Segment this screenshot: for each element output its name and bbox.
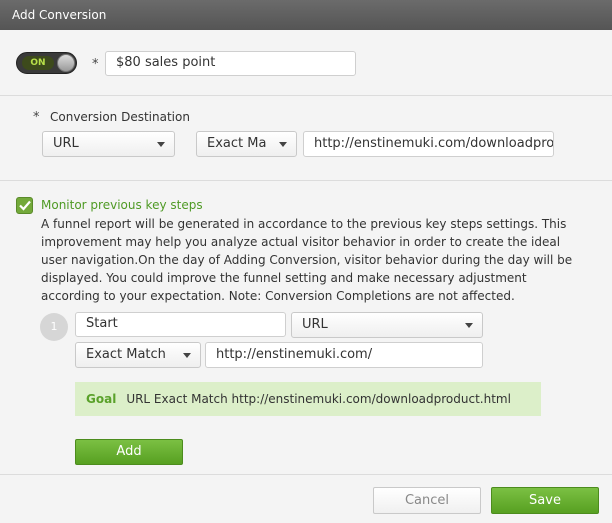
destination-match-select[interactable]: Exact Ma bbox=[196, 131, 297, 157]
step-match-select[interactable]: Exact Match bbox=[75, 342, 201, 368]
destination-required-mark: * bbox=[33, 110, 40, 125]
toggle-on-label: ON bbox=[22, 56, 54, 70]
section-divider bbox=[0, 95, 612, 96]
dialog-title: Add Conversion bbox=[0, 0, 612, 30]
chevron-down-icon bbox=[465, 323, 473, 328]
funnel-description: A funnel report will be generated in acc… bbox=[41, 217, 573, 303]
required-mark: * bbox=[92, 57, 99, 72]
step-type-value: URL bbox=[302, 317, 328, 332]
chevron-down-icon bbox=[157, 142, 165, 147]
section-divider bbox=[0, 180, 612, 181]
toggle-knob[interactable] bbox=[57, 54, 75, 72]
destination-type-select[interactable]: URL bbox=[42, 131, 175, 157]
chevron-down-icon bbox=[183, 353, 191, 358]
step-number-badge: 1 bbox=[40, 313, 68, 341]
step-type-select[interactable]: URL bbox=[291, 312, 483, 338]
check-icon bbox=[19, 200, 31, 211]
conversion-name-input[interactable]: $80 sales point bbox=[105, 51, 356, 76]
cancel-button[interactable]: Cancel bbox=[373, 487, 481, 514]
dialog-footer: Cancel Save bbox=[0, 474, 612, 523]
conversion-toggle[interactable]: ON bbox=[16, 52, 77, 74]
monitor-steps-label: Monitor previous key steps bbox=[41, 198, 203, 212]
step-match-value: Exact Match bbox=[86, 347, 166, 362]
goal-label: Goal bbox=[86, 392, 117, 406]
save-button[interactable]: Save bbox=[491, 487, 599, 514]
monitor-steps-checkbox[interactable] bbox=[16, 197, 33, 214]
goal-summary: Goal URL Exact Match http://enstinemuki.c… bbox=[75, 382, 541, 416]
destination-type-value: URL bbox=[53, 136, 79, 151]
dialog-body: ON * $80 sales point * Conversion Destin… bbox=[0, 30, 612, 474]
goal-text: URL Exact Match http://enstinemuki.com/d… bbox=[126, 392, 511, 406]
destination-url-input[interactable]: http://enstinemuki.com/downloadpro bbox=[303, 131, 554, 157]
add-step-button[interactable]: Add bbox=[75, 439, 183, 465]
step-name-input[interactable]: Start bbox=[75, 312, 286, 337]
destination-match-value: Exact Ma bbox=[207, 136, 267, 151]
step-url-input[interactable]: http://enstinemuki.com/ bbox=[205, 342, 483, 368]
destination-label: Conversion Destination bbox=[50, 110, 190, 124]
chevron-down-icon bbox=[279, 142, 287, 147]
